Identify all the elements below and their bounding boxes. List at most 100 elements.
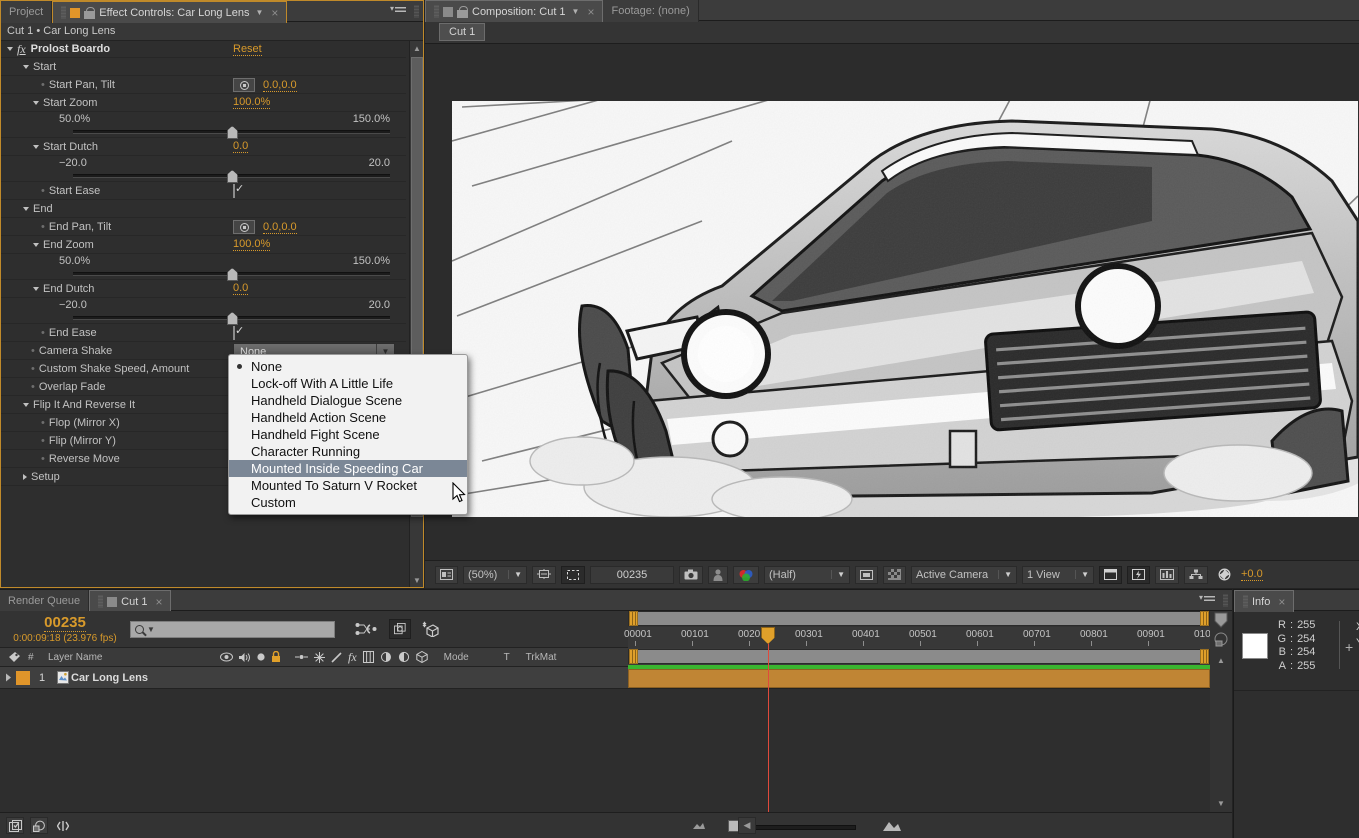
layer-marker-icon[interactable] bbox=[1213, 631, 1229, 647]
drag-grip-icon[interactable] bbox=[1243, 595, 1248, 608]
search-input[interactable]: ▼ bbox=[130, 621, 335, 638]
slider-track[interactable] bbox=[73, 316, 390, 320]
reset-button[interactable]: Reset bbox=[233, 43, 262, 56]
param-start-zoom[interactable]: Start Zoom 100.0% bbox=[1, 94, 406, 112]
scroll-up-icon[interactable]: ▲ bbox=[410, 41, 423, 55]
search-field[interactable] bbox=[158, 623, 334, 635]
timeline-panel-menu-button[interactable] bbox=[1191, 590, 1223, 610]
take-snapshot-button[interactable] bbox=[679, 566, 703, 584]
panel-grip[interactable] bbox=[414, 1, 423, 21]
current-time-frames[interactable]: 00235 bbox=[44, 614, 86, 632]
zoom-out-timeline-icon[interactable] bbox=[692, 821, 706, 830]
graph-editor-button[interactable] bbox=[30, 817, 48, 834]
eye-icon[interactable] bbox=[220, 652, 233, 662]
navigator-end-handle[interactable] bbox=[1200, 611, 1209, 626]
drag-grip-icon[interactable] bbox=[98, 595, 103, 608]
layer-name[interactable]: Car Long Lens bbox=[71, 672, 148, 684]
tab-project[interactable]: Project bbox=[1, 1, 52, 23]
frame-blend-icon[interactable] bbox=[363, 651, 374, 663]
view-layout-dropdown[interactable]: 1 View ▼ bbox=[1022, 566, 1094, 584]
param-end-zoom[interactable]: End Zoom 100.0% bbox=[1, 236, 406, 254]
param-end-pan-tilt[interactable]: • End Pan, Tilt 0.0,0.0 bbox=[1, 218, 406, 236]
menu-item-none[interactable]: None bbox=[229, 358, 467, 375]
param-end-zoom-value[interactable]: 100.0% bbox=[233, 238, 270, 251]
comp-marker-icon[interactable] bbox=[1213, 612, 1229, 628]
speaker-icon[interactable] bbox=[238, 652, 251, 663]
start-ease-checkbox[interactable] bbox=[233, 184, 235, 198]
resolution-dropdown[interactable]: (Half) ▼ bbox=[764, 566, 850, 584]
param-start-pan-tilt-value[interactable]: 0.0,0.0 bbox=[263, 79, 297, 92]
solo-icon[interactable] bbox=[256, 652, 266, 662]
twirl-icon[interactable] bbox=[33, 287, 39, 291]
collapse-transform-icon[interactable] bbox=[314, 652, 325, 663]
audio-video-toggle-icon[interactable] bbox=[0, 651, 28, 664]
menu-item-custom[interactable]: Custom bbox=[229, 494, 467, 511]
twirl-icon[interactable] bbox=[23, 403, 29, 407]
time-ruler[interactable]: 00001 00101 00201 00301 00401 00501 0060… bbox=[628, 627, 1210, 648]
region-of-interest-button[interactable] bbox=[561, 566, 585, 584]
drag-grip-icon[interactable] bbox=[434, 5, 439, 18]
show-snapshot-button[interactable] bbox=[708, 566, 728, 584]
param-start-zoom-value[interactable]: 100.0% bbox=[233, 96, 270, 109]
channel-rgb-button[interactable] bbox=[733, 566, 759, 584]
storyboard-frame[interactable] bbox=[452, 101, 1358, 517]
group-start[interactable]: Start bbox=[1, 58, 406, 76]
chevron-down-icon[interactable]: ▼ bbox=[255, 8, 263, 17]
motion-blur-icon[interactable] bbox=[380, 651, 392, 663]
twirl-icon[interactable] bbox=[23, 474, 27, 480]
draft-3d-button[interactable] bbox=[389, 619, 411, 639]
timeline-panel-grip[interactable] bbox=[1223, 590, 1232, 610]
drag-grip-icon[interactable] bbox=[61, 6, 66, 19]
close-icon[interactable]: × bbox=[587, 5, 594, 19]
layer-duration-bar[interactable] bbox=[628, 669, 1210, 688]
zoom-in-timeline-icon[interactable] bbox=[882, 820, 902, 832]
composition-mini-flowchart-button[interactable] bbox=[351, 620, 381, 638]
chevron-down-icon[interactable]: ▼ bbox=[147, 625, 155, 634]
param-start-dutch[interactable]: Start Dutch 0.0 bbox=[1, 138, 406, 156]
always-preview-button[interactable] bbox=[435, 566, 458, 584]
param-end-pan-tilt-value[interactable]: 0.0,0.0 bbox=[263, 221, 297, 234]
slider-track[interactable] bbox=[73, 130, 390, 134]
point-picker-icon[interactable] bbox=[233, 220, 255, 234]
magnification-dropdown[interactable]: (50%) ▼ bbox=[463, 566, 527, 584]
slider-end-zoom[interactable]: 50.0% 150.0% bbox=[1, 254, 406, 280]
slider-start-dutch[interactable]: −20.0 20.0 bbox=[1, 156, 406, 182]
comp-flowchart-button[interactable] bbox=[1184, 566, 1208, 584]
pixel-aspect-correction-button[interactable] bbox=[1099, 566, 1122, 584]
effect-header-row[interactable]: fx Prolost Boardo Reset bbox=[1, 41, 406, 58]
playhead-line[interactable] bbox=[768, 627, 769, 812]
twirl-icon[interactable] bbox=[33, 145, 39, 149]
lock-icon[interactable] bbox=[457, 6, 468, 18]
fast-previews-button[interactable] bbox=[1127, 566, 1150, 584]
scroll-down-icon[interactable]: ▼ bbox=[410, 573, 423, 587]
exposure-value[interactable]: +0.0 bbox=[1241, 568, 1263, 581]
navigator-start-handle[interactable] bbox=[629, 611, 638, 626]
param-end-ease[interactable]: • End Ease bbox=[1, 324, 406, 342]
menu-item-handheld-action[interactable]: Handheld Action Scene bbox=[229, 409, 467, 426]
menu-item-handheld-dialogue[interactable]: Handheld Dialogue Scene bbox=[229, 392, 467, 409]
work-area-bar[interactable] bbox=[628, 649, 1210, 664]
shy-icon[interactable] bbox=[295, 652, 308, 662]
tab-render-queue[interactable]: Render Queue bbox=[0, 590, 89, 612]
param-end-dutch[interactable]: End Dutch 0.0 bbox=[1, 280, 406, 298]
menu-item-handheld-fight[interactable]: Handheld Fight Scene bbox=[229, 426, 467, 443]
tab-info[interactable]: Info × bbox=[1234, 590, 1294, 612]
slider-track[interactable] bbox=[73, 174, 390, 178]
close-icon[interactable]: × bbox=[271, 6, 278, 20]
point-picker-icon[interactable] bbox=[233, 78, 255, 92]
comp-timecode-field[interactable]: 00235 bbox=[590, 566, 674, 584]
work-area-start-handle[interactable] bbox=[629, 649, 638, 664]
current-time-display[interactable]: 00235 0:00:09:18 (23.976 fps) bbox=[0, 614, 130, 644]
region-preview-button[interactable] bbox=[855, 566, 878, 584]
subtab-cut1[interactable]: Cut 1 bbox=[439, 23, 485, 41]
composition-viewer[interactable] bbox=[425, 45, 1359, 560]
toggle-switches-modes-button[interactable] bbox=[6, 817, 24, 834]
layer-twirl-icon[interactable] bbox=[0, 673, 16, 682]
time-navigator[interactable] bbox=[628, 611, 1210, 626]
close-icon[interactable]: × bbox=[155, 595, 162, 609]
menu-item-mounted-saturn-v[interactable]: Mounted To Saturn V Rocket bbox=[229, 477, 467, 494]
hide-shy-layers-button[interactable] bbox=[417, 620, 443, 638]
expand-collapse-handle-icon[interactable] bbox=[54, 817, 72, 834]
twirl-icon[interactable] bbox=[23, 65, 29, 69]
work-area-end-handle[interactable] bbox=[1200, 649, 1209, 664]
